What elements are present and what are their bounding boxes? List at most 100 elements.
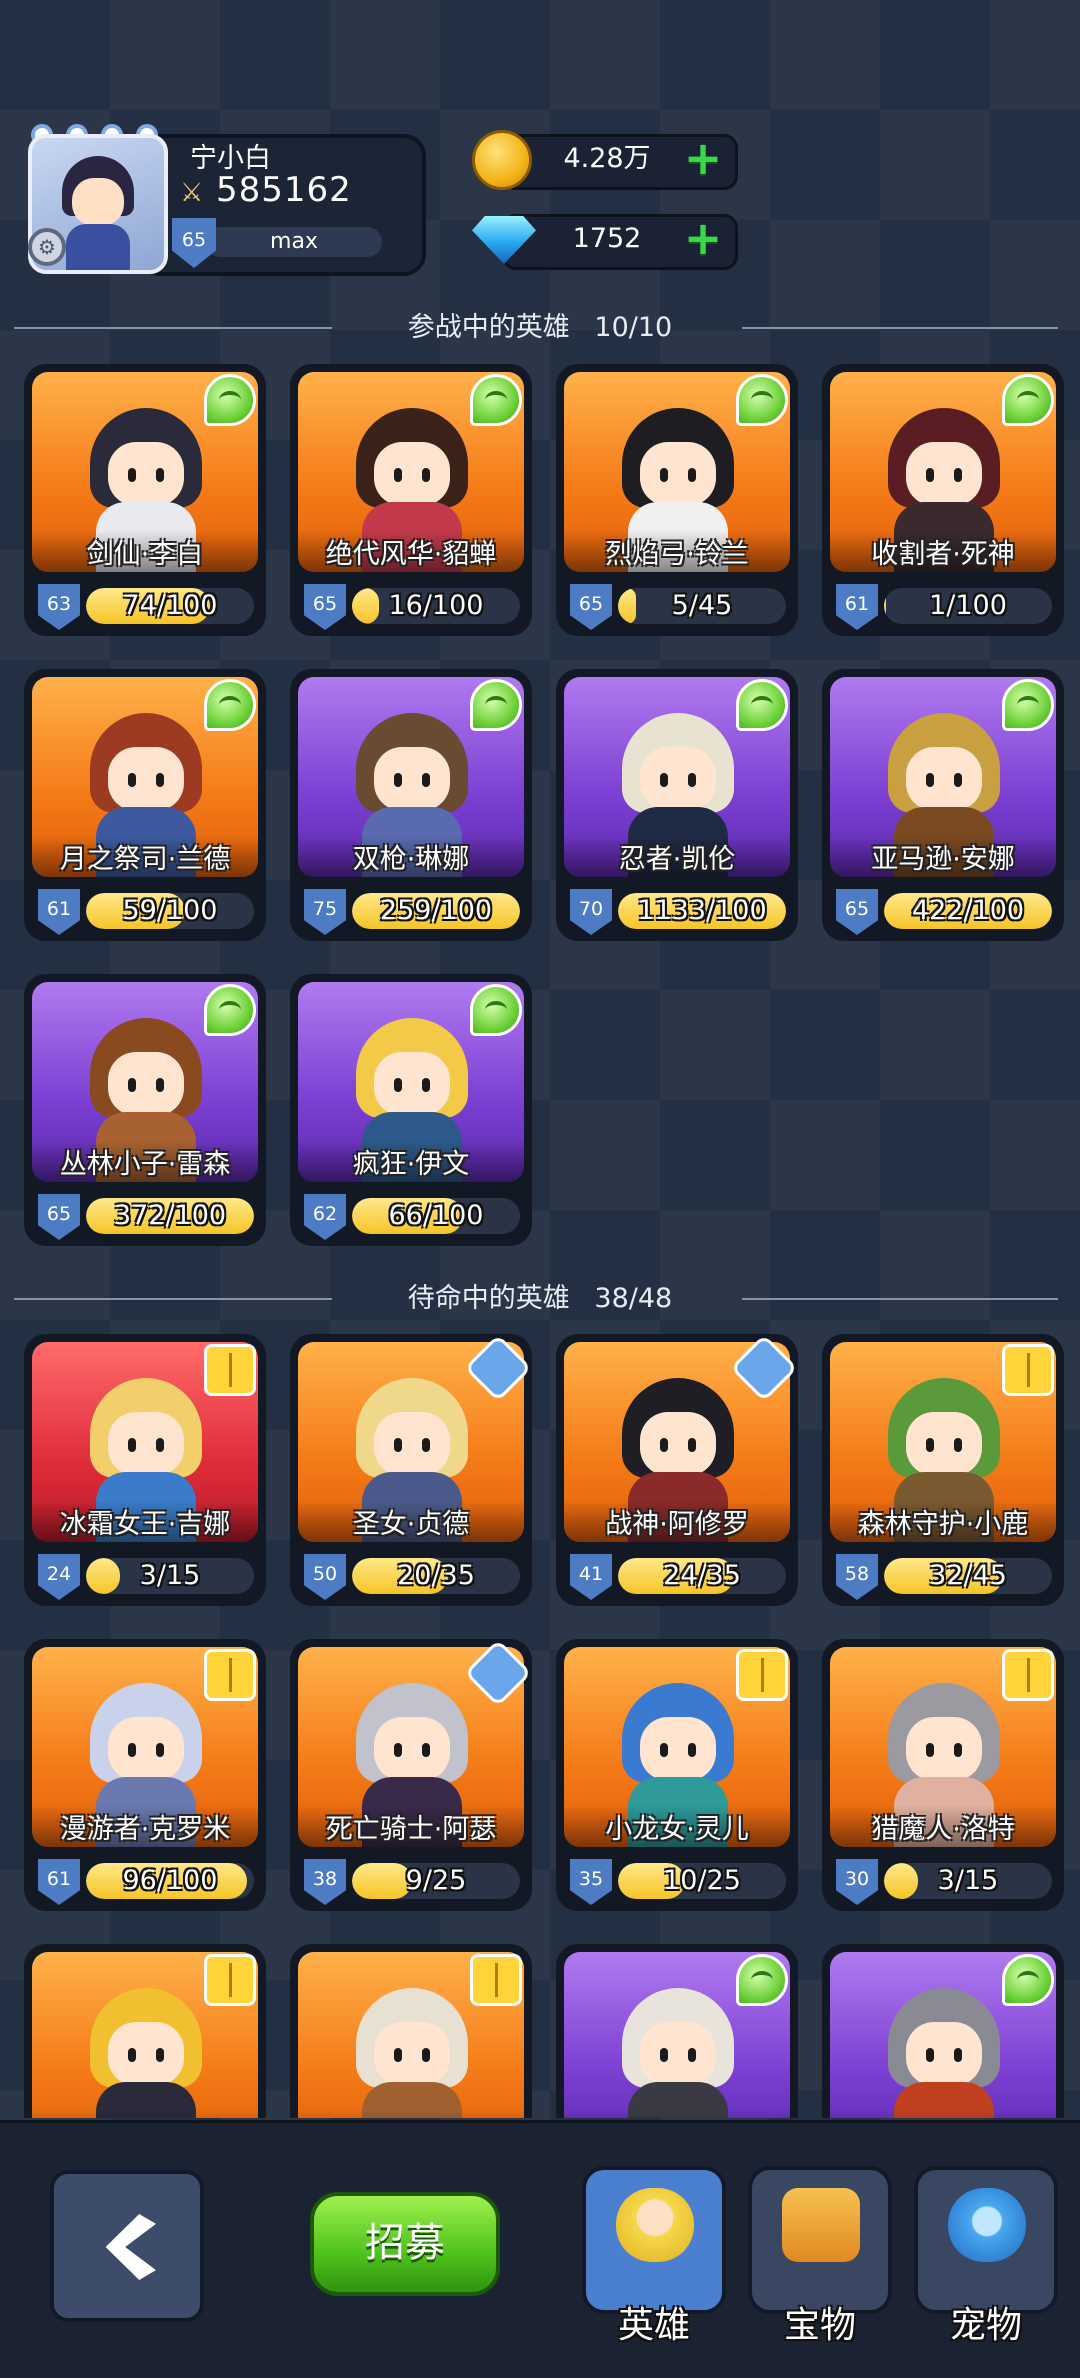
wing-icon [736,1954,788,2006]
tab-heroes[interactable] [582,2166,726,2314]
back-arrow-icon [105,2214,156,2280]
diamond-amount: 1752 [572,223,642,254]
hero-face [640,2022,716,2086]
hero-eye [128,1743,136,1757]
add-gold-button[interactable]: + [682,135,724,181]
hero-eye [688,2048,696,2062]
hero-card[interactable] [290,1944,532,2118]
hero-eye [688,1743,696,1757]
hero-eye [128,1438,136,1452]
recruit-button[interactable]: 招募 [310,2192,500,2296]
wing-icon [470,679,522,731]
hero-face [108,1412,184,1476]
player-avatar[interactable]: ⚙ [18,124,168,274]
pet-icon [948,2188,1026,2262]
diamond-currency: 1752 + [472,210,738,270]
hero-card[interactable]: 双枪·琳娜 259/100 75 [290,669,532,941]
combat-power-icon: ⚔ [180,178,204,208]
hero-shard-progress: 66/100 [388,1200,484,1231]
hero-card[interactable] [24,1944,266,2118]
hero-face [374,1412,450,1476]
hero-card[interactable]: 绝代风华·貂蝉 16/100 65 [290,364,532,636]
settings-gear-icon[interactable]: ⚙ [28,228,66,266]
hero-face [108,2022,184,2086]
hero-eye [660,1438,668,1452]
hero-eye [926,773,934,787]
tab-heroes-label: 英雄 [617,2305,690,2346]
reserve-heroes-header: 待命中的英雄 38/48 [0,1279,1080,1319]
hero-shard-progress: 259/100 [379,895,493,926]
hero-shard-progress: 24/35 [663,1560,741,1591]
hero-eye [422,1078,430,1092]
book-icon [204,1344,256,1396]
hero-eye [954,2048,962,2062]
gold-coin-icon [472,130,532,190]
hero-name: 烈焰弓·铃兰 [605,539,749,570]
hero-eye [688,1438,696,1452]
hero-eye [128,773,136,787]
hero-name: 绝代风华·貂蝉 [325,539,497,570]
hero-eye [422,773,430,787]
hero-eye [156,1438,164,1452]
reserve-heroes-count: 38/48 [594,1283,673,1314]
hero-icon [616,2188,694,2262]
hero-eye [128,468,136,482]
hero-face [640,442,716,506]
book-icon [1002,1344,1054,1396]
hero-card[interactable] [822,1944,1064,2118]
hero-card[interactable]: 剑仙·李白 74/100 63 [24,364,266,636]
back-button[interactable] [50,2170,204,2322]
hero-card[interactable]: 死亡骑士·阿瑟 9/25 38 [290,1639,532,1911]
hero-eye [660,468,668,482]
hero-card[interactable]: 漫游者·克罗米 96/100 61 [24,1639,266,1911]
book-icon [1002,1649,1054,1701]
hero-face [906,1717,982,1781]
hero-face [374,1717,450,1781]
hero-card[interactable]: 丛林小子·雷森 372/100 65 [24,974,266,1246]
hero-card[interactable]: 冰霜女王·吉娜 3/15 24 [24,1334,266,1606]
hero-shard-progress: 9/25 [405,1865,467,1896]
hero-name: 猎魔人·洛特 [871,1814,1015,1845]
gold-amount: 4.28万 [563,143,651,174]
hero-shard-progress: 20/35 [397,1560,475,1591]
hero-card[interactable]: 亚马逊·安娜 422/100 65 [822,669,1064,941]
reserve-heroes-grid: 冰霜女王·吉娜 3/15 24 圣女·贞德 20/35 50 战神·阿修罗 24/35 41 森林… [24,1334,1064,2118]
hero-card[interactable]: 森林守护·小鹿 32/45 58 [822,1334,1064,1606]
hero-eye [394,1743,402,1757]
hero-face [906,747,982,811]
hero-card[interactable]: 猎魔人·洛特 3/15 30 [822,1639,1064,1911]
tab-pets[interactable] [914,2166,1058,2314]
hero-eye [156,773,164,787]
add-diamond-button[interactable]: + [682,215,724,261]
reserve-heroes-title: 待命中的英雄 [407,1283,570,1314]
hero-eye [156,1078,164,1092]
hero-eye [394,1438,402,1452]
hero-card[interactable]: 小龙女·灵儿 10/25 35 [556,1639,798,1911]
hero-name: 忍者·凯伦 [618,844,736,875]
hero-face [374,1052,450,1116]
hero-name: 收割者·死神 [871,539,1015,570]
hero-face [108,442,184,506]
hero-eye [688,468,696,482]
hero-name: 亚马逊·安娜 [871,844,1015,875]
hero-card[interactable]: 忍者·凯伦 1133/100 70 [556,669,798,941]
hero-card[interactable]: 战神·阿修罗 24/35 41 [556,1334,798,1606]
hero-eye [954,468,962,482]
player-exp-status: max [270,229,318,254]
hero-name: 小龙女·灵儿 [605,1814,749,1845]
hero-card[interactable]: 疯狂·伊文 66/100 62 [290,974,532,1246]
hero-card[interactable] [556,1944,798,2118]
hero-shard-progress: 32/45 [929,1560,1007,1591]
hero-eye [128,2048,136,2062]
hero-eye [128,1078,136,1092]
hero-name: 圣女·贞德 [352,1509,470,1540]
hero-card[interactable]: 圣女·贞德 20/35 50 [290,1334,532,1606]
hero-face [108,1052,184,1116]
tab-treasure[interactable] [748,2166,892,2314]
hero-card[interactable]: 烈焰弓·铃兰 5/45 65 [556,364,798,636]
hero-card[interactable]: 收割者·死神 1/100 61 [822,364,1064,636]
hero-eye [394,2048,402,2062]
wing-icon [1002,679,1054,731]
hero-card[interactable]: 月之祭司·兰德 59/100 61 [24,669,266,941]
active-heroes-title: 参战中的英雄 [407,312,570,343]
